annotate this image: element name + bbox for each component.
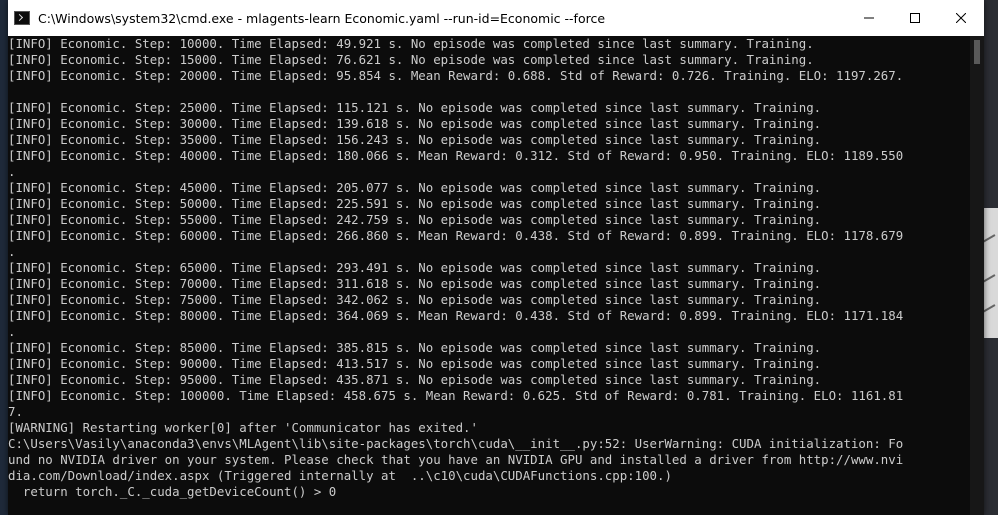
- console-line: return torch._C._cuda_getDeviceCount() >…: [8, 484, 337, 499]
- console-line: und no NVIDIA driver on your system. Ple…: [8, 452, 904, 467]
- console-line: [INFO] Economic. Step: 80000. Time Elaps…: [8, 308, 904, 323]
- console-line: [INFO] Economic. Step: 75000. Time Elaps…: [8, 292, 822, 307]
- title-bar[interactable]: C:\Windows\system32\cmd.exe - mlagents-l…: [8, 0, 984, 36]
- console-line: [INFO] Economic. Step: 10000. Time Elaps…: [8, 36, 814, 51]
- console-line: [INFO] Economic. Step: 45000. Time Elaps…: [8, 180, 822, 195]
- console-line: [INFO] Economic. Step: 55000. Time Elaps…: [8, 212, 822, 227]
- vertical-scrollbar[interactable]: [970, 36, 984, 515]
- console-line: [INFO] Economic. Step: 60000. Time Elaps…: [8, 228, 904, 243]
- console-line: .: [8, 244, 16, 259]
- console-line: [INFO] Economic. Step: 50000. Time Elaps…: [8, 196, 822, 211]
- console-line: [INFO] Economic. Step: 30000. Time Elaps…: [8, 116, 822, 131]
- window-title: C:\Windows\system32\cmd.exe - mlagents-l…: [38, 10, 606, 26]
- cmd-window: C:\Windows\system32\cmd.exe - mlagents-l…: [8, 0, 984, 515]
- console-line: C:\Users\Vasily\anaconda3\envs\MLAgent\l…: [8, 436, 904, 451]
- console-line: [INFO] Economic. Step: 40000. Time Elaps…: [8, 148, 904, 163]
- console-line: [INFO] Economic. Step: 20000. Time Elaps…: [8, 68, 904, 83]
- console-line: [INFO] Economic. Step: 25000. Time Elaps…: [8, 100, 822, 115]
- console-line: .: [8, 324, 16, 339]
- scrollbar-thumb[interactable]: [974, 40, 980, 64]
- console-line: [INFO] Economic. Step: 95000. Time Elaps…: [8, 372, 822, 387]
- maximize-icon: [910, 13, 920, 23]
- desktop-background-left: [0, 0, 8, 515]
- console-line: .: [8, 164, 16, 179]
- cmd-icon: [14, 11, 30, 25]
- console-line: [INFO] Economic. Step: 90000. Time Elaps…: [8, 356, 822, 371]
- console-output[interactable]: [INFO] Economic. Step: 10000. Time Elaps…: [8, 36, 970, 515]
- console-line: dia.com/Download/index.aspx (Triggered i…: [8, 468, 672, 483]
- console-line: [INFO] Economic. Step: 35000. Time Elaps…: [8, 132, 822, 147]
- window-controls: [846, 0, 984, 36]
- console-line: [WARNING] Restarting worker[0] after 'Co…: [8, 420, 478, 435]
- console-line: [INFO] Economic. Step: 100000. Time Elap…: [8, 388, 904, 403]
- console-line: [INFO] Economic. Step: 85000. Time Elaps…: [8, 340, 822, 355]
- minimize-icon: [864, 17, 874, 19]
- close-icon: [956, 13, 966, 23]
- close-button[interactable]: [938, 0, 984, 36]
- console-line: [INFO] Economic. Step: 15000. Time Elaps…: [8, 52, 814, 67]
- maximize-button[interactable]: [892, 0, 938, 36]
- minimize-button[interactable]: [846, 0, 892, 36]
- console-line: 7.: [8, 404, 23, 419]
- console-line: [INFO] Economic. Step: 70000. Time Elaps…: [8, 276, 822, 291]
- console-line: [INFO] Economic. Step: 65000. Time Elaps…: [8, 260, 822, 275]
